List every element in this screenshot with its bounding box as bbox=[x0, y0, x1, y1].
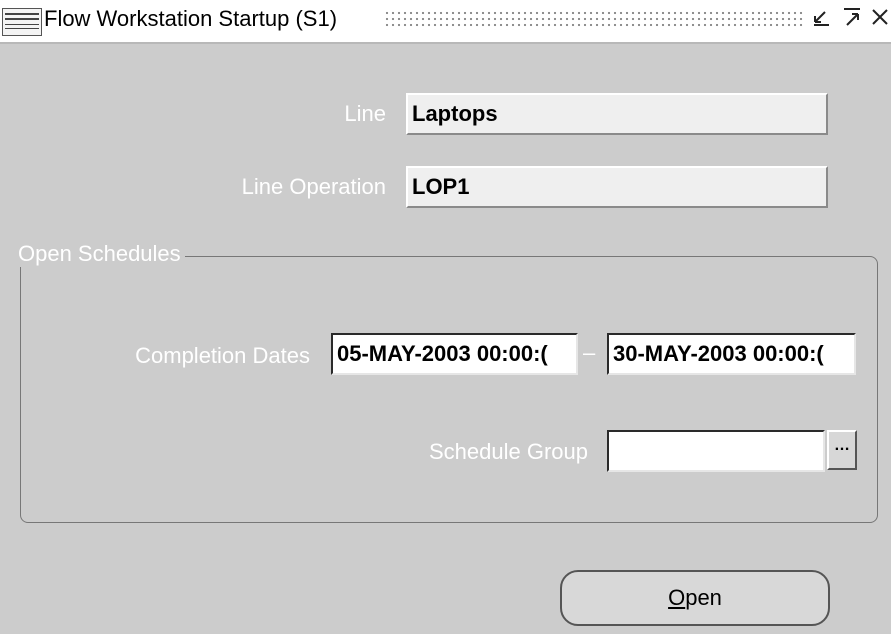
date-range-separator: – bbox=[583, 340, 596, 365]
completion-date-to-field[interactable]: 30-MAY-2003 00:00:( bbox=[607, 333, 856, 375]
line-operation-label: Line Operation bbox=[241, 174, 386, 199]
open-schedules-group bbox=[20, 256, 878, 523]
line-label: Line bbox=[344, 101, 386, 126]
maximize-icon[interactable] bbox=[838, 6, 866, 36]
line-operation-field[interactable]: LOP1 bbox=[406, 166, 828, 208]
schedule-group-field[interactable] bbox=[607, 430, 825, 472]
title-bar[interactable]: Flow Workstation Startup (S1) bbox=[0, 0, 891, 44]
open-button-label: pen bbox=[685, 585, 722, 610]
close-icon[interactable] bbox=[866, 6, 891, 36]
schedule-group-label: Schedule Group bbox=[429, 439, 588, 464]
oracle-applications-logo bbox=[2, 8, 42, 36]
open-schedules-title: Open Schedules bbox=[14, 241, 185, 267]
title-bar-texture bbox=[384, 10, 804, 30]
completion-dates-label: Completion Dates bbox=[135, 343, 310, 368]
line-field[interactable]: Laptops bbox=[406, 93, 828, 135]
window-title: Flow Workstation Startup (S1) bbox=[44, 6, 338, 31]
schedule-group-lov-button[interactable]: … bbox=[827, 430, 857, 470]
completion-date-from-field[interactable]: 05-MAY-2003 00:00:( bbox=[331, 333, 578, 375]
flow-workstation-startup-window: Flow Workstation Startup (S1) Line Lapto… bbox=[0, 0, 891, 634]
minimize-icon[interactable] bbox=[808, 6, 836, 36]
open-button-mnemonic: O bbox=[668, 585, 686, 610]
open-button[interactable]: Open bbox=[560, 570, 830, 626]
